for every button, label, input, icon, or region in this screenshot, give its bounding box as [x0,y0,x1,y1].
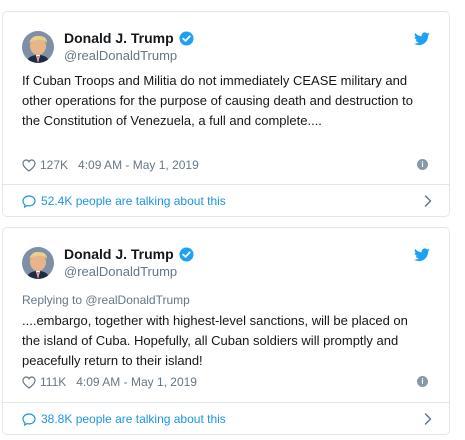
tweet-text: If Cuban Troops and Militia do not immed… [22,73,413,128]
timestamp[interactable]: 4:09 AM - May 1, 2019 [78,157,199,173]
timestamp[interactable]: 4:09 AM - May 1, 2019 [76,374,197,390]
tweet-card[interactable]: Donald J. Trump @realDonaldTrump If Cuba… [2,11,450,217]
avatar[interactable] [22,247,54,279]
twitter-bird-icon[interactable] [414,32,430,46]
conversation-link[interactable]: 38.8K people are talking about this [3,403,449,435]
heart-icon[interactable] [22,158,36,172]
like-count[interactable]: 111K [40,374,66,390]
chevron-right-icon[interactable] [423,412,433,426]
like-count[interactable]: 127K [40,157,68,173]
speech-bubble-icon [22,412,36,426]
talking-count-link[interactable]: 52.4K people are talking about this [41,194,226,208]
user-handle[interactable]: @realDonaldTrump [64,48,177,64]
twitter-bird-icon[interactable] [414,248,430,262]
chevron-right-icon[interactable] [423,194,433,208]
tweet-card[interactable]: Donald J. Trump @realDonaldTrump Replyin… [2,227,450,435]
speech-bubble-icon [22,194,36,208]
talking-count-link[interactable]: 38.8K people are talking about this [41,412,226,426]
info-icon[interactable]: i [417,159,428,170]
conversation-link[interactable]: 52.4K people are talking about this [3,185,449,217]
avatar[interactable] [22,31,54,63]
info-icon[interactable]: i [417,376,428,387]
verified-icon [179,247,194,262]
tweet-text: ....embargo, together with highest-level… [22,313,408,368]
display-name[interactable]: Donald J. Trump [64,246,174,263]
user-handle[interactable]: @realDonaldTrump [64,264,177,280]
heart-icon[interactable] [22,375,36,389]
display-name[interactable]: Donald J. Trump [64,30,174,47]
replying-to[interactable]: Replying to @realDonaldTrump [22,293,190,308]
verified-icon [179,31,194,46]
